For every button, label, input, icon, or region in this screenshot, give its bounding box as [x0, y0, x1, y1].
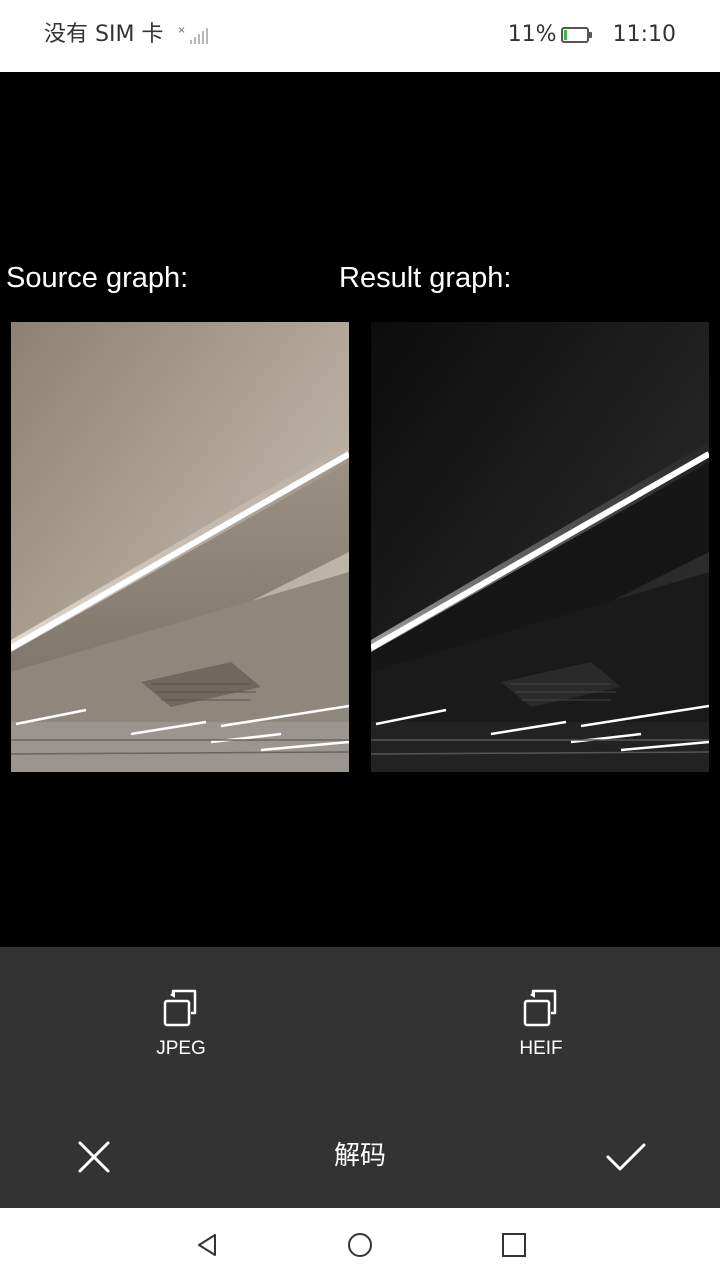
- heif-button[interactable]: HEIF: [481, 987, 601, 1071]
- clock: 11:10: [612, 22, 676, 47]
- result-graph-label: Result graph:: [339, 262, 512, 294]
- status-left: 没有 SIM 卡 ×: [44, 20, 208, 50]
- check-icon[interactable]: [604, 1139, 648, 1175]
- recent-square-icon[interactable]: [499, 1230, 529, 1260]
- status-right: 11% 11:10: [508, 20, 676, 50]
- jpeg-button[interactable]: JPEG: [121, 987, 241, 1071]
- source-graph-label: Source graph:: [6, 262, 189, 294]
- jpeg-label: JPEG: [156, 1038, 206, 1059]
- battery-percent: 11%: [507, 22, 557, 47]
- action-row: 解码: [0, 1127, 720, 1187]
- navigation-bar: [0, 1208, 720, 1280]
- rotate-copy-icon: [523, 989, 557, 1027]
- rotate-copy-icon: [163, 989, 197, 1027]
- result-image: [371, 322, 709, 772]
- battery-low-icon: [560, 27, 592, 43]
- image-compare-area: Source graph: Result graph:: [0, 72, 720, 947]
- decode-panel: JPEG HEIF 解码: [0, 947, 720, 1208]
- no-signal-icon: ×: [177, 26, 208, 44]
- back-triangle-icon[interactable]: [193, 1230, 223, 1260]
- carrier-text: 没有 SIM 卡: [44, 22, 164, 47]
- home-circle-icon[interactable]: [345, 1230, 375, 1260]
- heif-label: HEIF: [519, 1038, 563, 1059]
- status-bar: 没有 SIM 卡 × 11% 11:10: [0, 0, 720, 72]
- source-image: [11, 322, 349, 772]
